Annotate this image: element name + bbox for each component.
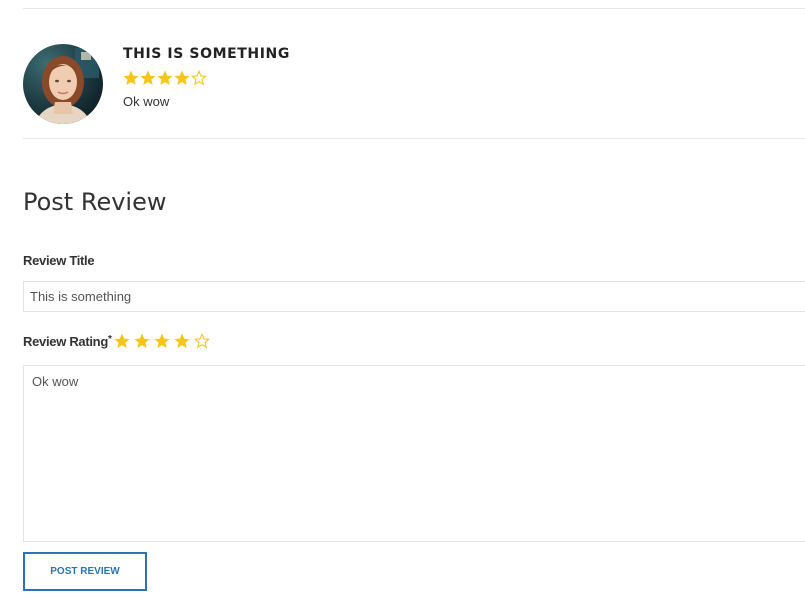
review-rating-label-text: Review Rating (23, 333, 108, 349)
star-filled-icon[interactable] (174, 333, 190, 349)
star-filled-icon (157, 70, 173, 85)
star-outline-icon (191, 70, 207, 86)
post-review-heading: Post Review (23, 188, 167, 216)
existing-review: THIS IS SOMETHING Ok wow (23, 44, 805, 139)
review-title-label: Review Title (23, 253, 95, 268)
star-outline-icon[interactable] (193, 333, 210, 349)
review-text: Ok wow (123, 94, 170, 109)
required-mark: * (107, 333, 112, 345)
avatar-photo-icon (23, 44, 103, 124)
post-review-button[interactable]: POST REVIEW (23, 552, 147, 591)
review-rating-row: Review Rating* (23, 330, 210, 352)
rating-input-stars (114, 333, 210, 349)
star-filled-icon[interactable] (154, 333, 170, 349)
review-rating-label: Review Rating* (23, 334, 112, 349)
star-filled-icon (140, 70, 156, 85)
review-body: THIS IS SOMETHING Ok wow (123, 44, 290, 109)
star-filled-icon[interactable] (134, 333, 150, 349)
review-star-rating (123, 70, 290, 86)
star-filled-icon (123, 70, 139, 85)
top-divider (23, 8, 805, 9)
review-title-input[interactable] (23, 281, 805, 312)
star-filled-icon (174, 70, 190, 85)
review-text-input[interactable]: Ok wow (23, 365, 805, 542)
star-filled-icon[interactable] (114, 333, 130, 349)
review-title: THIS IS SOMETHING (123, 46, 290, 62)
reviewer-avatar (23, 44, 103, 124)
